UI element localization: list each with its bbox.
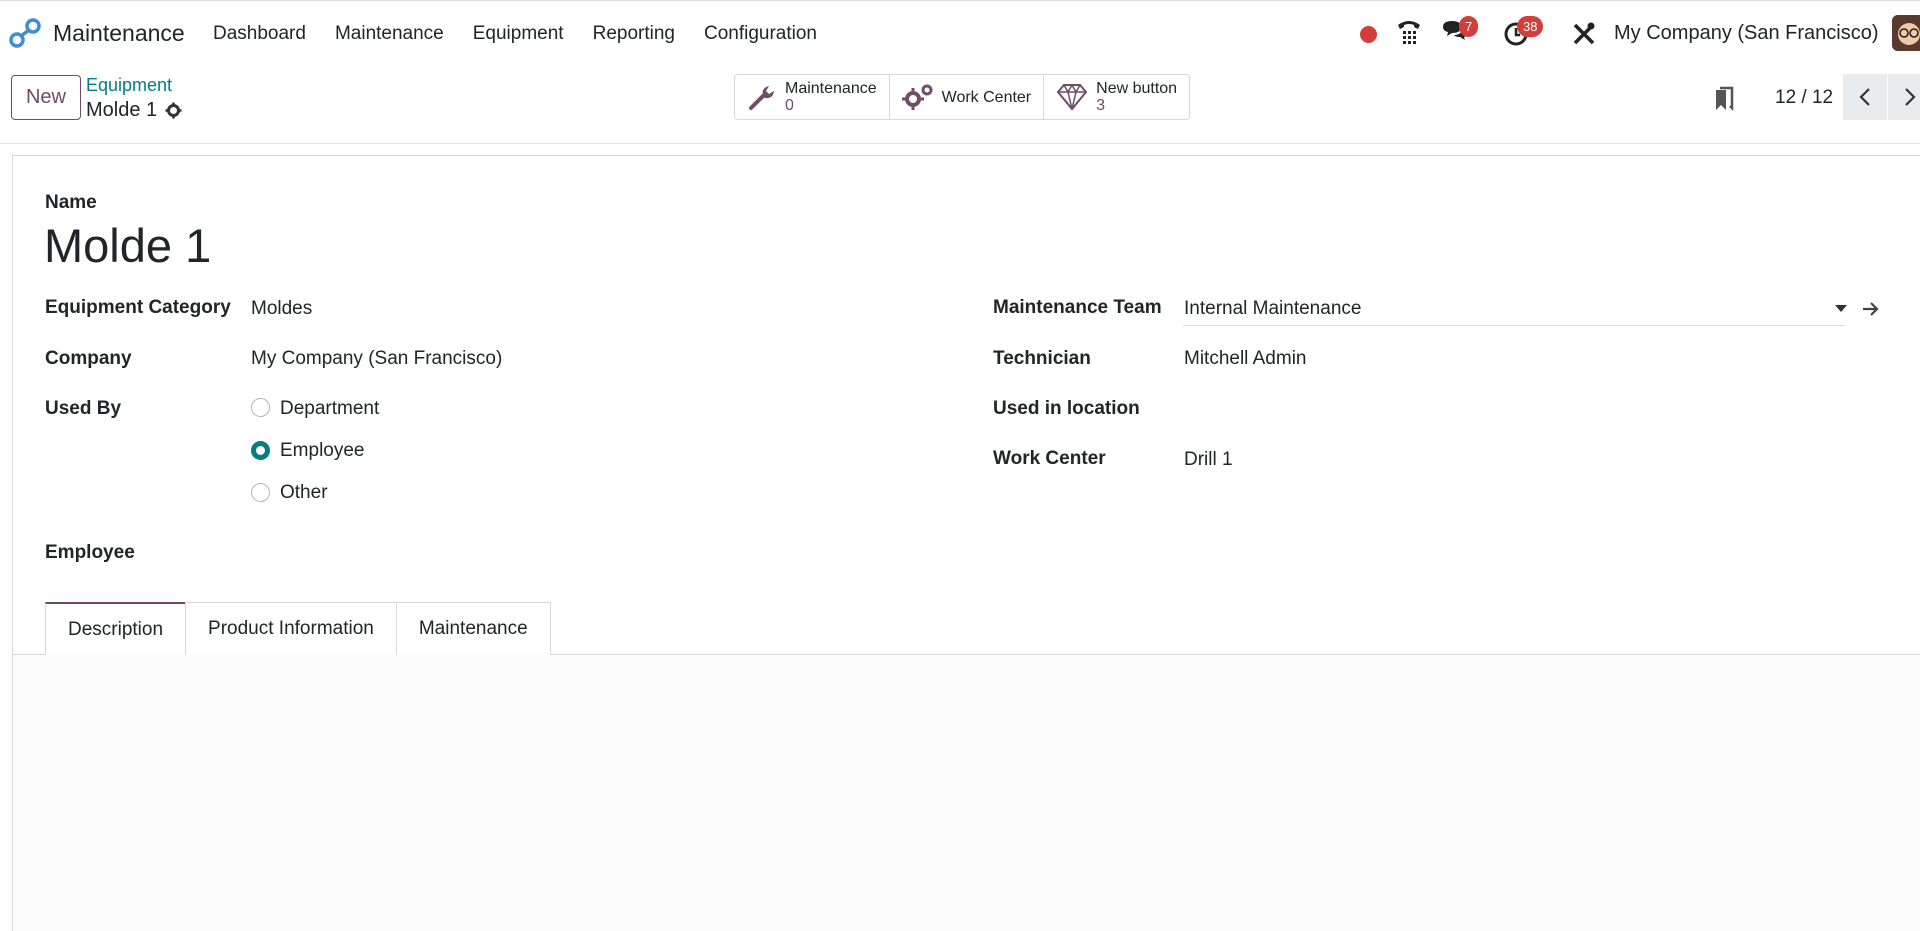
work-center-stat-button[interactable]: Work Center xyxy=(890,75,1045,119)
tab-product-information[interactable]: Product Information xyxy=(185,602,397,655)
work-center-stat-label: Work Center xyxy=(941,88,1032,106)
chevron-left-icon xyxy=(1859,88,1870,106)
new-stat-label: New button xyxy=(1096,80,1178,97)
description-editor[interactable] xyxy=(13,655,1920,931)
equipment-category-field[interactable]: Moldes xyxy=(251,298,312,320)
maintenance-team-field[interactable]: Internal Maintenance xyxy=(1184,298,1361,320)
app-logo-icon[interactable] xyxy=(9,18,41,48)
pager-next-button[interactable] xyxy=(1888,74,1920,120)
bookmark-icon[interactable] xyxy=(1714,86,1736,112)
tab-description[interactable]: Description xyxy=(45,602,187,655)
smart-buttons: Maintenance 0 Work Center New button 3 xyxy=(734,74,1191,120)
used-by-department-label[interactable]: Department xyxy=(280,398,379,420)
arrow-right-icon[interactable] xyxy=(1862,301,1880,317)
equipment-category-label: Equipment Category xyxy=(45,297,231,318)
menu-item-configuration[interactable]: Configuration xyxy=(704,23,817,45)
work-center-field[interactable]: Drill 1 xyxy=(1184,449,1233,471)
main-menu: Dashboard Maintenance Equipment Reportin… xyxy=(213,23,846,45)
notebook-tabs: Description Product Information Maintena… xyxy=(45,602,551,655)
maintenance-stat-button[interactable]: Maintenance 0 xyxy=(735,75,890,119)
wrench-icon xyxy=(749,86,774,110)
gears-icon xyxy=(901,84,933,110)
used-by-other-radio[interactable] xyxy=(251,483,270,502)
app-name[interactable]: Maintenance xyxy=(53,20,185,47)
chevron-right-icon xyxy=(1905,88,1916,106)
menu-item-reporting[interactable]: Reporting xyxy=(593,23,675,45)
dropdown-caret-icon[interactable] xyxy=(1835,305,1847,312)
breadcrumb-current-label: Molde 1 xyxy=(86,99,158,121)
tab-maintenance[interactable]: Maintenance xyxy=(395,602,551,655)
pager-value[interactable]: 12 / 12 xyxy=(1775,87,1833,109)
used-by-label: Used By xyxy=(45,398,122,419)
user-avatar[interactable] xyxy=(1892,15,1920,51)
menu-item-maintenance[interactable]: Maintenance xyxy=(335,23,444,45)
control-panel: New Equipment Molde 1 Maintenance 0 Work… xyxy=(0,64,1920,144)
diamond-icon xyxy=(1056,83,1088,111)
maintenance-team-underline xyxy=(1183,325,1845,326)
used-in-location-label: Used in location xyxy=(993,398,1140,419)
company-field[interactable]: My Company (San Francisco) xyxy=(251,348,502,370)
company-label: Company xyxy=(45,348,132,369)
name-label: Name xyxy=(45,192,97,213)
used-by-employee-label[interactable]: Employee xyxy=(280,440,365,462)
activities-badge: 38 xyxy=(1517,16,1544,37)
pager-previous-button[interactable] xyxy=(1843,74,1887,120)
maintenance-stat-value: 0 xyxy=(785,97,794,114)
technician-label: Technician xyxy=(993,348,1091,369)
used-by-employee-radio[interactable] xyxy=(251,441,270,460)
company-switcher[interactable]: My Company (San Francisco) xyxy=(1614,22,1879,45)
recording-indicator-icon[interactable] xyxy=(1360,26,1377,43)
maintenance-stat-label: Maintenance xyxy=(785,80,877,97)
used-by-department-radio[interactable] xyxy=(251,398,270,417)
technician-field[interactable]: Mitchell Admin xyxy=(1184,348,1307,370)
menu-item-equipment[interactable]: Equipment xyxy=(473,23,564,45)
maintenance-team-label: Maintenance Team xyxy=(993,297,1162,318)
menu-item-dashboard[interactable]: Dashboard xyxy=(213,23,306,45)
messages-badge: 7 xyxy=(1459,16,1479,37)
tools-icon[interactable] xyxy=(1570,15,1598,51)
work-center-label: Work Center xyxy=(993,448,1106,469)
phone-icon[interactable] xyxy=(1394,15,1424,51)
top-navbar: Maintenance Dashboard Maintenance Equipm… xyxy=(0,0,1920,64)
new-stat-value: 3 xyxy=(1096,97,1106,114)
breadcrumb-current: Molde 1 xyxy=(86,99,182,122)
employee-label: Employee xyxy=(45,542,135,563)
gear-icon[interactable] xyxy=(165,102,182,119)
new-button[interactable]: New xyxy=(11,75,81,120)
used-by-other-label[interactable]: Other xyxy=(280,482,328,504)
breadcrumb-parent-link[interactable]: Equipment xyxy=(86,75,172,96)
name-input[interactable]: Molde 1 xyxy=(44,218,211,273)
new-stat-button[interactable]: New button 3 xyxy=(1044,75,1189,119)
